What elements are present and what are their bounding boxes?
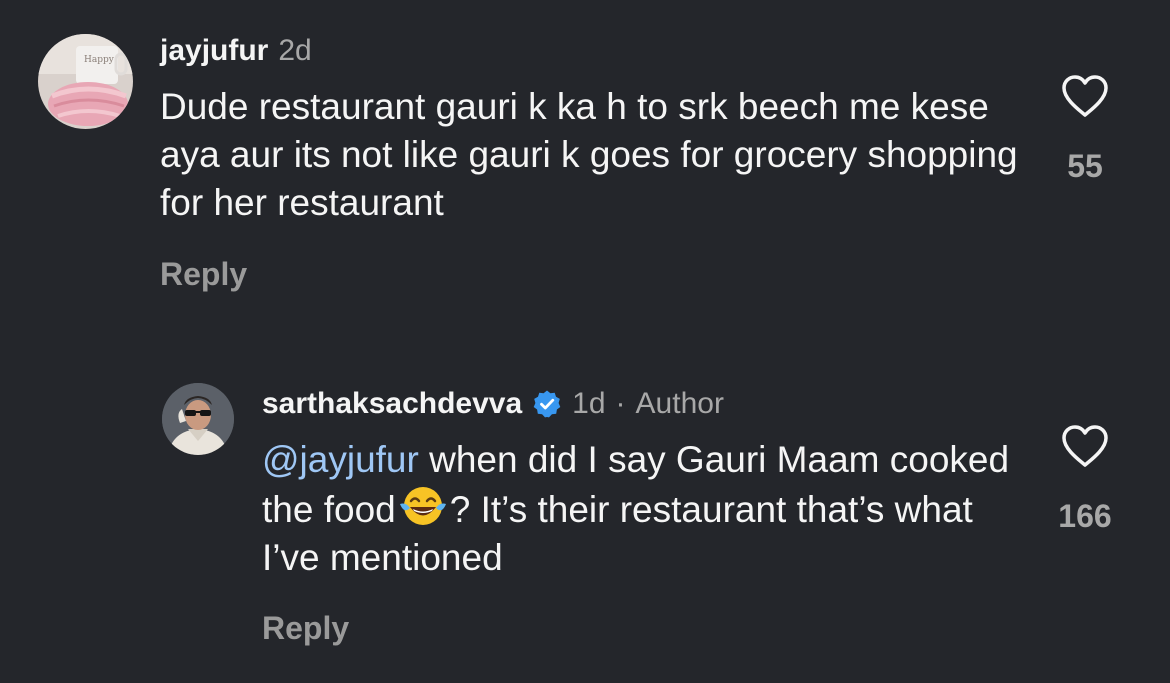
svg-text:Happy: Happy [84, 55, 115, 65]
comment-header: sarthaksachdevva 1d · Author [262, 387, 1032, 421]
man-sunglasses-avatar-icon [162, 383, 234, 455]
happy-mug-avatar-icon: Happy [38, 34, 133, 129]
username[interactable]: jayjufur [160, 34, 268, 68]
comment-text: Dude restaurant gauri k ka h to srk beec… [160, 86, 1018, 223]
like-button[interactable]: 55 [1055, 74, 1115, 185]
mention-link[interactable]: @jayjufur [262, 439, 419, 480]
username[interactable]: sarthaksachdevva [262, 387, 522, 421]
avatar[interactable]: Happy [38, 34, 133, 129]
timestamp: 1d [572, 387, 606, 420]
comment: jayjufur 2d Dude restaurant gauri k ka h… [160, 34, 1020, 227]
heart-icon[interactable] [1060, 424, 1110, 468]
comment-text: @jayjufur when did I say Gauri Maam cook… [262, 436, 1032, 582]
author-label: Author [635, 387, 724, 420]
face-with-tears-of-joy-icon [399, 487, 446, 525]
separator: · [615, 387, 626, 420]
comments-thread: Happy jayjufur 2d Dude restaurant gauri … [0, 0, 1170, 683]
reply-button[interactable]: Reply [160, 256, 247, 293]
verified-badge-icon [533, 390, 561, 418]
comment: sarthaksachdevva 1d · Author @jayjufur w… [262, 387, 1032, 582]
like-button[interactable]: 166 [1055, 424, 1115, 535]
like-count: 166 [1058, 498, 1112, 534]
heart-icon[interactable] [1060, 74, 1110, 118]
comment-header: jayjufur 2d [160, 34, 1020, 68]
like-count: 55 [1067, 148, 1103, 184]
timestamp: 2d [278, 34, 312, 67]
avatar[interactable] [162, 383, 234, 455]
reply-button[interactable]: Reply [262, 610, 349, 647]
